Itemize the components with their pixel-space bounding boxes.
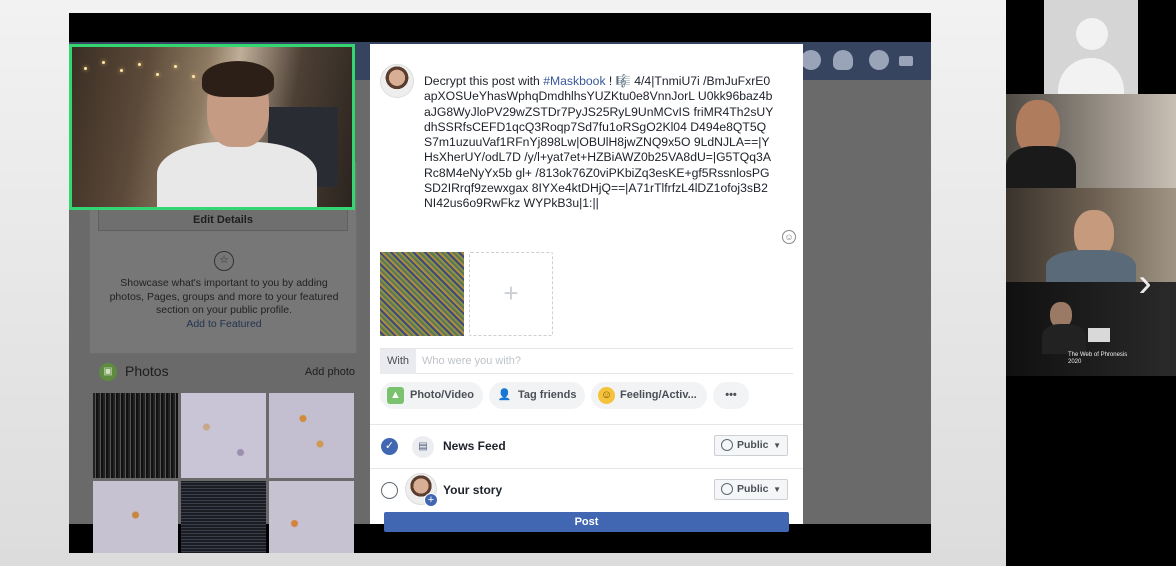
- participant-tile-speaker[interactable]: [1006, 94, 1176, 188]
- photos-header: ▣ Photos Add photo: [97, 360, 355, 388]
- string-light: [84, 67, 87, 70]
- photo-tile[interactable]: [269, 481, 354, 553]
- encrypted-payload: ! 🎼 4/4|TnmiU7i /BmJuFxrE0apXOSUeYhasWph…: [424, 74, 774, 211]
- photo-tile[interactable]: [93, 393, 178, 478]
- messenger-icon[interactable]: [801, 50, 821, 70]
- help-icon[interactable]: [869, 50, 889, 70]
- photo-icon: ▲: [387, 387, 404, 404]
- tag-friends-icon: 👤: [497, 389, 512, 401]
- with-label: With: [380, 349, 416, 374]
- star-icon: ☆: [214, 251, 234, 271]
- conference-caption: The Web of Phronesis 2020: [1068, 352, 1128, 365]
- laptop-shape: [1088, 328, 1110, 342]
- globe-icon: [721, 483, 733, 495]
- globe-icon: [721, 439, 733, 451]
- next-page-chevron-icon[interactable]: ›: [1130, 258, 1160, 308]
- add-to-featured-link[interactable]: Add to Featured: [90, 318, 358, 332]
- with-input[interactable]: Who were you with?: [422, 349, 521, 374]
- news-feed-privacy-selector[interactable]: Public ▼: [714, 435, 788, 456]
- string-light: [102, 61, 105, 64]
- your-story-label: Your story: [443, 483, 503, 497]
- create-post-dialog: Decrypt this post with #Maskbook ! 🎼 4/4…: [370, 44, 803, 532]
- avatar-head: [1076, 18, 1108, 50]
- participant-shirt: [1046, 250, 1136, 282]
- checkmark-icon[interactable]: ✓: [381, 438, 398, 455]
- audience-news-feed-row[interactable]: ✓ ▤ News Feed Public ▼: [370, 424, 803, 468]
- photo-video-label: Photo/Video: [410, 389, 474, 401]
- maskbook-hashtag[interactable]: #Maskbook: [543, 74, 605, 88]
- story-privacy-selector[interactable]: Public ▼: [714, 479, 788, 500]
- tag-friends-label: Tag friends: [518, 389, 577, 401]
- presenter-hair: [202, 61, 274, 97]
- attached-image-thumbnail[interactable]: [380, 252, 464, 336]
- news-feed-label: News Feed: [443, 439, 506, 453]
- meeting-stage: Edit Details ☆ Showcase what's important…: [0, 0, 1176, 566]
- string-light: [174, 65, 177, 68]
- photo-tile[interactable]: [181, 481, 266, 553]
- news-feed-icon: ▤: [412, 436, 434, 458]
- photo-tile[interactable]: [269, 393, 354, 478]
- photo-tile[interactable]: [181, 393, 266, 478]
- account-menu-icon[interactable]: [899, 56, 913, 66]
- privacy-label: Public: [737, 483, 769, 495]
- notifications-icon[interactable]: [833, 50, 853, 70]
- showcase-text: Showcase what's important to you by addi…: [109, 277, 339, 316]
- edit-details-button[interactable]: Edit Details: [98, 209, 348, 231]
- photos-icon: ▣: [99, 363, 117, 381]
- add-story-plus-icon: +: [424, 493, 438, 507]
- presenter-camera-overlay: [69, 44, 355, 210]
- add-photo-link[interactable]: Add photo: [305, 366, 355, 378]
- avatar-body: [1058, 58, 1124, 94]
- add-photo-plus-button[interactable]: +: [469, 252, 553, 336]
- audience-your-story-row[interactable]: + Your story Public ▼: [370, 468, 803, 512]
- post-text-area[interactable]: Decrypt this post with #Maskbook ! 🎼 4/4…: [424, 74, 774, 212]
- string-light: [138, 63, 141, 66]
- string-light: [156, 73, 159, 76]
- participant-tile-placeholder[interactable]: [1006, 0, 1176, 94]
- smiley-icon: ☺: [598, 387, 615, 404]
- photo-tile[interactable]: [93, 481, 178, 553]
- feeling-activity-button[interactable]: ☺ Feeling/Activ...: [591, 382, 707, 409]
- photo-video-button[interactable]: ▲ Photo/Video: [380, 382, 483, 409]
- author-avatar: [380, 64, 414, 98]
- string-light: [120, 69, 123, 72]
- participant-shirt: [1042, 324, 1086, 354]
- story-radio-button[interactable]: [381, 482, 398, 499]
- string-light: [192, 75, 195, 78]
- user-placeholder-avatar: [1044, 0, 1138, 94]
- photos-title: Photos: [125, 363, 169, 379]
- with-friends-row: With Who were you with?: [380, 348, 793, 374]
- participant-shirt: [1006, 146, 1076, 188]
- chevron-down-icon: ▼: [773, 485, 781, 494]
- shared-screen-video: Edit Details ☆ Showcase what's important…: [69, 13, 931, 553]
- chevron-down-icon: ▼: [773, 441, 781, 450]
- feeling-activity-label: Feeling/Activ...: [620, 389, 697, 401]
- more-icon: •••: [725, 389, 737, 401]
- photos-grid: [93, 393, 355, 553]
- tag-friends-button[interactable]: 👤 Tag friends: [489, 382, 585, 409]
- privacy-label: Public: [737, 439, 769, 451]
- presenter-shirt: [157, 142, 317, 207]
- more-options-button[interactable]: •••: [713, 382, 749, 409]
- emoji-picker-icon[interactable]: ☺: [782, 230, 796, 244]
- post-prefix: Decrypt this post with: [424, 74, 544, 88]
- post-button[interactable]: Post: [384, 512, 789, 532]
- featured-showcase: ☆ Showcase what's important to you by ad…: [90, 251, 358, 343]
